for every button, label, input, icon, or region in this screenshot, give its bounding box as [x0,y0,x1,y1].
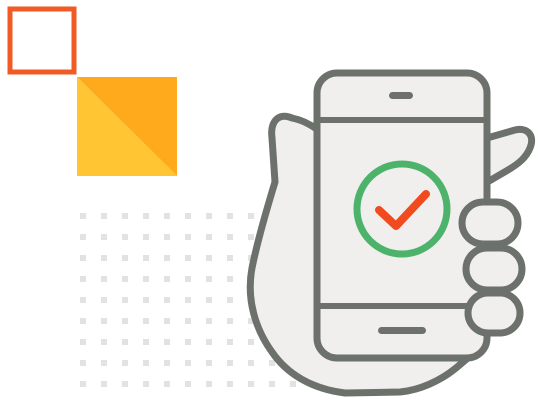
grid-dot [101,381,107,387]
grid-dot [227,276,233,282]
grid-dot [122,297,128,303]
grid-dot [143,255,149,261]
grid-dot [122,255,128,261]
success-checkmark-icon [353,160,451,258]
grid-dot [248,339,254,345]
grid-dot [290,381,296,387]
grid-dot [227,339,233,345]
grid-dot [80,318,86,324]
grid-dot [185,360,191,366]
grid-dot [185,213,191,219]
grid-dot [206,234,212,240]
grid-dot [143,381,149,387]
illustration-canvas [7,6,536,397]
phone-home-bar [378,327,426,334]
grid-dot [227,297,233,303]
grid-dot [143,297,149,303]
grid-dot [80,339,86,345]
grid-dot [101,360,107,366]
grid-dot [164,276,170,282]
grid-dot [122,234,128,240]
grid-dot [206,297,212,303]
grid-dot [143,213,149,219]
grid-dot [80,234,86,240]
grid-dot [164,255,170,261]
grid-dot [164,297,170,303]
grid-dot [227,255,233,261]
grid-dot [80,381,86,387]
grid-dot [101,234,107,240]
grid-dot [164,381,170,387]
grid-dot [248,213,254,219]
grid-dot [248,381,254,387]
grid-dot [143,276,149,282]
grid-dot [101,339,107,345]
grid-dot [164,339,170,345]
grid-dot [164,234,170,240]
grid-dot [269,381,275,387]
grid-dot [227,318,233,324]
grid-dot [206,255,212,261]
grid-dot [80,360,86,366]
grid-dot [122,318,128,324]
grid-dot [101,255,107,261]
grid-dot [101,318,107,324]
grid-dot [164,360,170,366]
grid-dot [185,339,191,345]
grid-dot [143,234,149,240]
grid-dot [122,360,128,366]
grid-dot [122,213,128,219]
grid-dot [122,339,128,345]
grid-dot [185,381,191,387]
grid-dot [185,318,191,324]
yellow-diagonal-square-icon [77,77,177,176]
grid-dot [185,297,191,303]
grid-dot [80,255,86,261]
grid-dot [185,234,191,240]
grid-dot [206,318,212,324]
grid-dot [101,213,107,219]
grid-dot [206,381,212,387]
grid-dot [227,381,233,387]
grid-dot [80,276,86,282]
phone-speaker [389,92,413,99]
grid-dot [206,213,212,219]
grid-dot [164,213,170,219]
orange-outline-square-icon [7,6,77,75]
grid-dot [248,360,254,366]
grid-dot [206,339,212,345]
grid-dot [101,276,107,282]
grid-dot [143,318,149,324]
grid-dot [206,360,212,366]
grid-dot [227,213,233,219]
grid-dot [227,234,233,240]
grid-dot [269,360,275,366]
grid-dot [143,360,149,366]
grid-dot [80,213,86,219]
grid-dot [101,297,107,303]
grid-dot [185,255,191,261]
grid-dot [80,297,86,303]
grid-dot [143,339,149,345]
grid-dot [206,276,212,282]
grid-dot [185,276,191,282]
grid-dot [164,318,170,324]
grid-dot [248,234,254,240]
grid-dot [122,381,128,387]
grid-dot [227,360,233,366]
grid-dot [122,276,128,282]
fingers-icon [458,198,526,337]
